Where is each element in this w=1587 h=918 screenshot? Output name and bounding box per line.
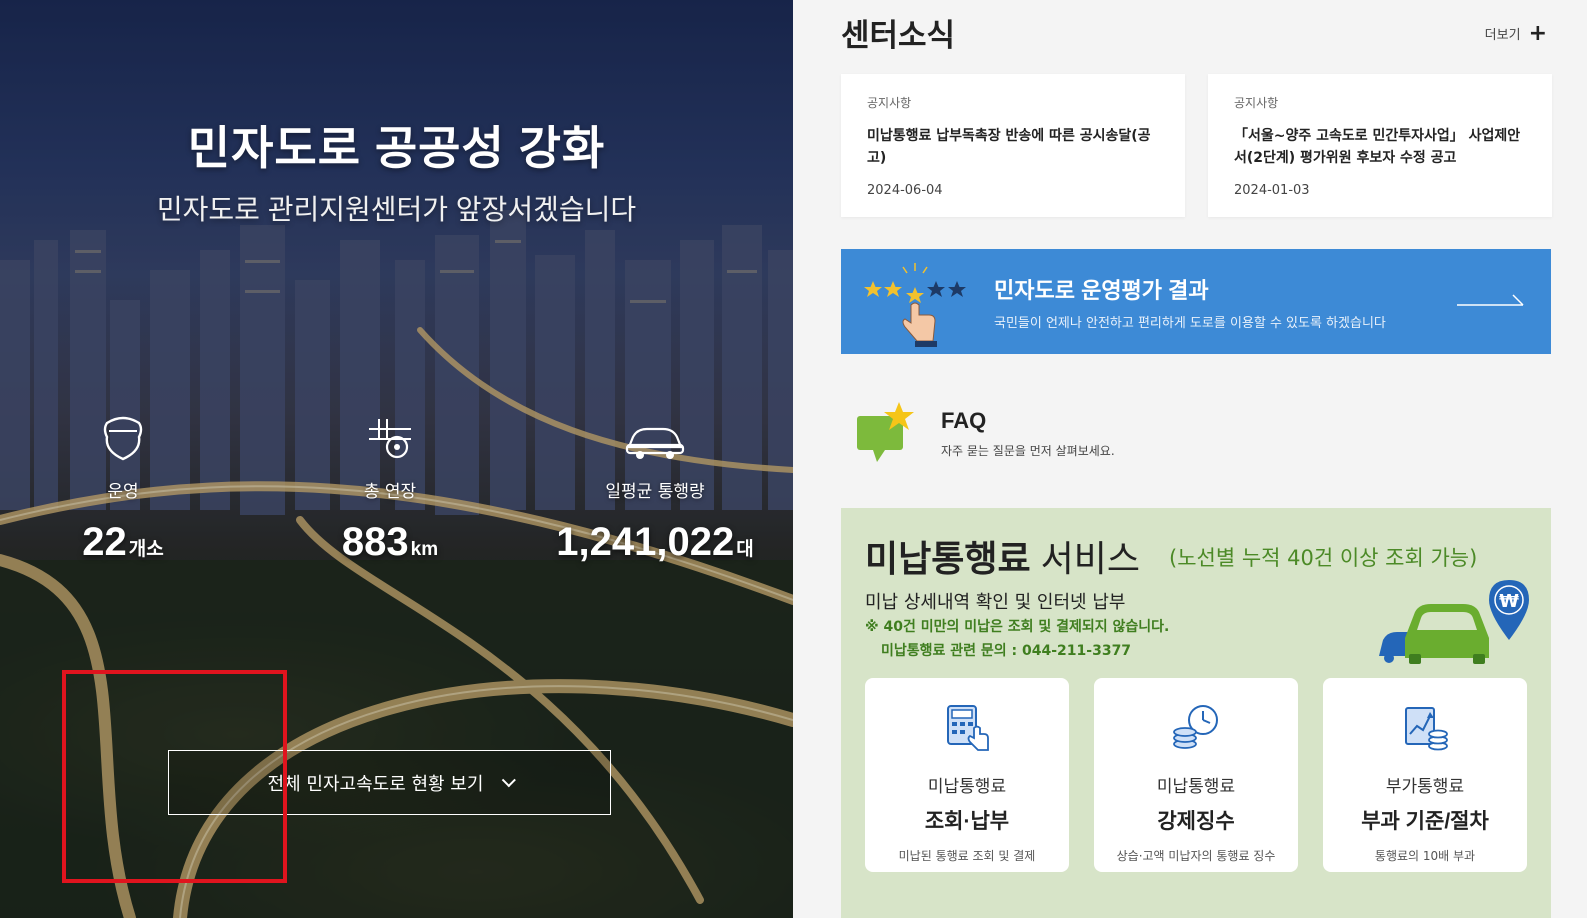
faq-link[interactable]: FAQ 자주 묻는 질문을 먼저 살펴보세요. xyxy=(853,398,1253,468)
unpaid-contact: 미납통행료 관련 문의 : 044-211-3377 xyxy=(881,643,1132,659)
hero-subtitle: 민자도로 관리지원센터가 앞장서겠습니다 xyxy=(156,194,637,225)
news-category: 공지사항 xyxy=(867,96,912,110)
stat-value: 1,241,022 대 xyxy=(556,520,754,564)
news-card[interactable]: 공지사항 「서울~양주 고속도로 민간투자사업」 사업제안서(2단계) 평가위원… xyxy=(1208,74,1552,217)
service-line2: 조회·납부 xyxy=(924,810,1010,833)
cars-won-pin-icon: ₩ xyxy=(1379,580,1529,664)
coins-clock-icon xyxy=(1094,702,1298,752)
chart-coins-icon xyxy=(1323,702,1527,752)
car-icon xyxy=(545,405,765,461)
highway-shield-icon xyxy=(13,405,233,461)
stat-value: 883 km xyxy=(341,520,439,564)
hero-title: 민자도로 공공성 강화 xyxy=(187,122,606,174)
faq-subtitle: 자주 묻는 질문을 먼저 살펴보세요. xyxy=(941,444,1115,458)
unpaid-enforcement-card[interactable]: 미납통행료 강제징수 상습·고액 미납자의 통행료 징수 xyxy=(1094,678,1298,872)
button-label: 전체 민자고속도로 현황 보기 xyxy=(267,773,484,795)
chevron-down-icon xyxy=(502,772,517,787)
service-line3: 통행료의 10배 부과 xyxy=(1374,849,1476,863)
service-line1: 미납통행료 xyxy=(927,777,1007,797)
evaluation-result-banner[interactable]: 민자도로 운영평가 결과 국민들이 언제나 안전하고 편리하게 도로를 이용할 … xyxy=(841,249,1551,354)
all-highways-status-button[interactable]: 전체 민자고속도로 현황 보기 xyxy=(168,750,611,815)
stat-value: 22 개소 xyxy=(82,520,164,564)
news-card[interactable]: 공지사항 미납통행료 납부독촉장 반송에 따른 공시송달(공고) 2024-06… xyxy=(841,74,1185,217)
news-title: 미납통행료 납부독촉장 반송에 따른 공시송달(공고) xyxy=(867,128,1151,166)
faq-title: FAQ xyxy=(941,408,987,433)
service-line2: 부과 기준/절차 xyxy=(1361,810,1489,833)
stat-operation: 운영 22 개소 xyxy=(13,405,233,565)
unpaid-warning: ※ 40건 미만의 미납은 조회 및 결제되지 않습니다. xyxy=(865,619,1170,635)
service-line1: 부가통행료 xyxy=(1385,777,1465,797)
won-symbol: ₩ xyxy=(1499,591,1519,612)
news-date: 2024-06-04 xyxy=(867,183,943,198)
stat-daily-traffic: 일평균 통행량 1,241,022 대 xyxy=(545,405,765,565)
stat-label: 총 연장 xyxy=(363,482,417,502)
banner-title: 민자도로 운영평가 결과 xyxy=(994,278,1209,303)
surcharge-criteria-card[interactable]: 부가통행료 부과 기준/절차 통행료의 10배 부과 xyxy=(1323,678,1527,872)
banner-subtitle: 국민들이 언제나 안전하고 편리하게 도로를 이용할 수 있도록 하겠습니다 xyxy=(994,316,1386,331)
news-section-title: 센터소식 xyxy=(841,18,956,53)
service-line3: 미납된 통행료 조회 및 결제 xyxy=(898,849,1036,863)
news-title: 「서울~양주 고속도로 민간투자사업」 사업제안서(2단계) 평가위원 후보자 … xyxy=(1234,128,1521,166)
arrow-right-icon xyxy=(1457,294,1524,306)
calculator-hand-icon xyxy=(865,702,1069,752)
service-line2: 강제징수 xyxy=(1157,810,1235,833)
stat-length: 총 연장 883 km xyxy=(280,405,500,565)
stat-label: 운영 xyxy=(107,482,139,502)
right-panel: 센터소식 더보기 + 공지사항 미납통행료 납부독촉장 반송에 따른 공시송달(… xyxy=(793,0,1587,918)
stat-label: 일평균 통행량 xyxy=(605,482,705,502)
more-label: 더보기 xyxy=(1484,28,1521,43)
unpaid-toll-service-section: 미납통행료 서비스 (노선별 누적 40건 이상 조회 가능) 미납 상세내역 … xyxy=(841,508,1551,918)
unpaid-service-description: 미납 상세내역 확인 및 인터넷 납부 xyxy=(865,592,1126,613)
service-line1: 미납통행료 xyxy=(1156,777,1236,797)
news-category: 공지사항 xyxy=(1234,96,1279,110)
news-date: 2024-01-03 xyxy=(1234,183,1310,198)
road-length-icon xyxy=(280,405,500,461)
rating-stars-hand-icon xyxy=(864,263,966,347)
service-line3: 상습·고액 미납자의 통행료 징수 xyxy=(1116,849,1276,863)
hero-section: 민자도로 공공성 강화 민자도로 관리지원센터가 앞장서겠습니다 운영 22 개소… xyxy=(0,0,793,918)
plus-icon: + xyxy=(1528,20,1547,46)
chat-bubble-star-icon xyxy=(857,402,914,462)
unpaid-service-note: (노선별 누적 40건 이상 조회 가능) xyxy=(1169,546,1478,570)
unpaid-inquiry-payment-card[interactable]: 미납통행료 조회·납부 미납된 통행료 조회 및 결제 xyxy=(865,678,1069,872)
unpaid-service-title: 미납통행료 서비스 xyxy=(865,538,1140,579)
news-more-link[interactable]: 더보기 + xyxy=(1484,20,1547,46)
